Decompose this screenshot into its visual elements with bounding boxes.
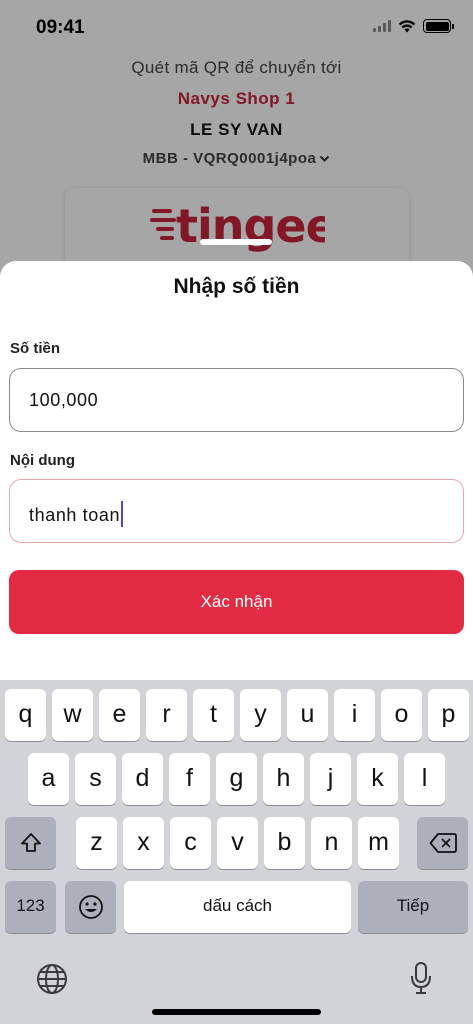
key-q[interactable]: q (5, 689, 46, 741)
content-value: thanh toan (29, 505, 121, 525)
key-l[interactable]: l (404, 753, 445, 805)
key-m[interactable]: m (358, 817, 399, 869)
key-d[interactable]: d (122, 753, 163, 805)
sheet-title: Nhập số tiền (173, 275, 300, 298)
key-g[interactable]: g (216, 753, 257, 805)
key-b[interactable]: b (264, 817, 305, 869)
key-w[interactable]: w (52, 689, 93, 741)
background-screen: 09:41 Quét mã QR để chuyển tới Navys Sho… (0, 0, 473, 328)
home-indicator (152, 1009, 321, 1015)
key-u[interactable]: u (287, 689, 328, 741)
amount-label: Số tiền (10, 340, 61, 357)
key-o[interactable]: o (381, 689, 422, 741)
key-k[interactable]: k (357, 753, 398, 805)
sheet-grabber[interactable] (200, 239, 272, 245)
amount-input[interactable]: 100,000 (9, 368, 464, 432)
shift-icon (20, 833, 41, 852)
key-x[interactable]: x (123, 817, 164, 869)
text-caret (121, 501, 124, 527)
emoji-icon (78, 895, 103, 919)
microphone-icon[interactable] (409, 961, 433, 995)
content-label: Nội dung (10, 452, 75, 469)
key-s[interactable]: s (75, 753, 116, 805)
key-p[interactable]: p (428, 689, 469, 741)
key-a[interactable]: a (28, 753, 69, 805)
globe-icon[interactable] (36, 963, 68, 995)
confirm-button[interactable]: Xác nhận (9, 570, 464, 634)
amount-value: 100,000 (29, 390, 99, 410)
content-value-wrap: thanh toan (29, 501, 124, 527)
key-z[interactable]: z (76, 817, 117, 869)
key-h[interactable]: h (263, 753, 304, 805)
emoji-key[interactable] (65, 881, 116, 933)
backspace-key[interactable] (417, 817, 468, 869)
key-e[interactable]: e (99, 689, 140, 741)
key-v[interactable]: v (217, 817, 258, 869)
key-n[interactable]: n (311, 817, 352, 869)
key-c[interactable]: c (170, 817, 211, 869)
dim-overlay[interactable] (0, 0, 473, 300)
key-r[interactable]: r (146, 689, 187, 741)
backspace-icon (429, 833, 457, 853)
key-j[interactable]: j (310, 753, 351, 805)
key-t[interactable]: t (193, 689, 234, 741)
key-f[interactable]: f (169, 753, 210, 805)
space-key[interactable]: dấu cách (124, 881, 351, 933)
key-i[interactable]: i (334, 689, 375, 741)
key-y[interactable]: y (240, 689, 281, 741)
shift-key[interactable] (5, 817, 56, 869)
keyboard: qwertyuiop asdfghjkl zxcvbnm 123 dấu các… (0, 680, 473, 1024)
next-key[interactable]: Tiếp (358, 881, 468, 933)
content-input[interactable]: thanh toan (9, 479, 464, 543)
numbers-key[interactable]: 123 (5, 881, 56, 933)
